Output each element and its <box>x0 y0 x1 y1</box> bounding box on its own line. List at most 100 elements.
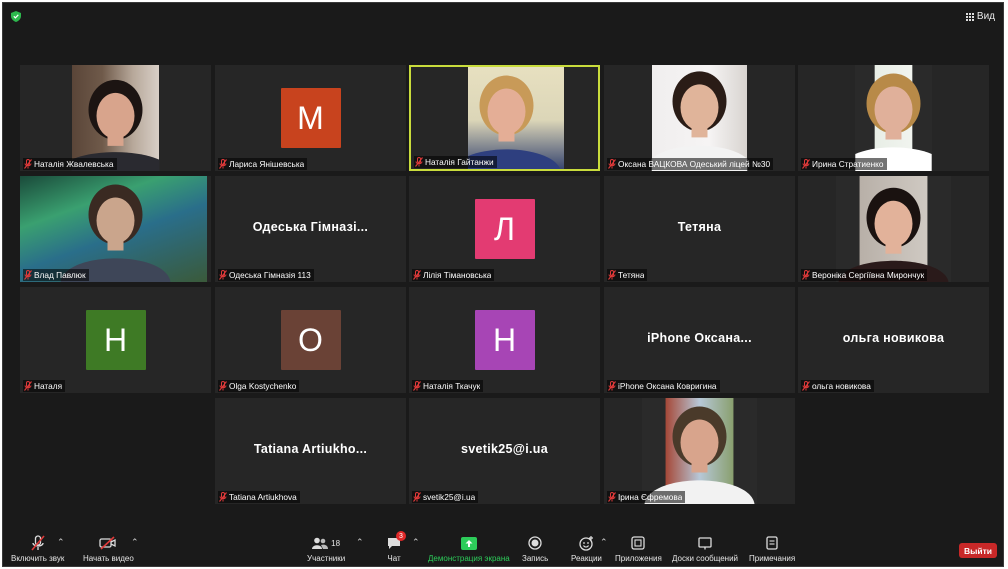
muted-mic-icon <box>219 270 227 280</box>
person-silhouette <box>468 75 560 169</box>
participant-tile[interactable]: Ірина Єфремова <box>604 398 795 504</box>
participant-video <box>798 65 989 171</box>
participant-name-bar: Лілія Тімановська <box>412 269 495 281</box>
participant-name-bar: ольга новикова <box>801 380 874 392</box>
record-button[interactable]: Запись <box>522 534 548 563</box>
participant-name: svetik25@i.ua <box>423 492 476 502</box>
share-screen-button[interactable]: Демонстрация экрана <box>428 534 510 563</box>
person-silhouette <box>838 187 949 282</box>
participant-name: Ирина Стратиенко <box>812 159 884 169</box>
unmute-label: Включить звук <box>11 554 65 563</box>
muted-mic-icon <box>802 381 810 391</box>
participant-tile[interactable]: Оксана ВАЦКОВА Одеський ліцей №30 <box>604 65 795 171</box>
muted-mic-icon <box>219 159 227 169</box>
participant-tile[interactable]: М Лариса Янішевська <box>215 65 406 171</box>
participant-name-bar: Olga Kostychenko <box>218 380 300 392</box>
leave-meeting-button[interactable]: Выйти <box>959 543 997 558</box>
whiteboard-icon <box>698 534 712 552</box>
share-screen-icon <box>460 534 477 552</box>
participant-tile[interactable]: ольга новикова ольга новикова <box>798 287 989 393</box>
reactions-options-caret[interactable]: ⌃ <box>600 537 608 548</box>
video-off-icon <box>99 534 117 552</box>
person-silhouette <box>651 71 748 171</box>
participant-name: Вероніка Сергіївна Мирончук <box>812 270 925 280</box>
participant-name-bar: Ірина Єфремова <box>607 491 686 503</box>
participant-video <box>604 398 795 504</box>
muted-microphone-icon <box>31 534 45 552</box>
participant-name: Наталя <box>34 381 63 391</box>
start-video-button[interactable]: Начать видео <box>83 534 134 563</box>
participant-display-name: iPhone Оксана... <box>647 331 752 345</box>
participant-tile[interactable]: Одеська Гімназі... Одеська Гімназія 113 <box>215 176 406 282</box>
participant-name-bar: Наталія Гайтанжи <box>414 156 497 168</box>
chat-options-caret[interactable]: ⌃ <box>412 537 420 548</box>
participants-options-caret[interactable]: ⌃ <box>356 537 364 548</box>
participant-name: Одеська Гімназія 113 <box>229 270 311 280</box>
start-video-label: Начать видео <box>83 554 134 563</box>
grid-view-icon <box>965 12 974 21</box>
participant-display-name: svetik25@i.ua <box>461 442 548 456</box>
participant-name-bar: Tatiana Artiukhova <box>218 491 300 503</box>
participant-tile[interactable]: svetik25@i.ua svetik25@i.ua <box>409 398 600 504</box>
shield-icon[interactable] <box>11 11 21 22</box>
participant-tile[interactable]: Наталія Гайтанжи <box>409 65 600 171</box>
participant-video <box>798 176 989 282</box>
participant-tile[interactable]: Ирина Стратиенко <box>798 65 989 171</box>
participants-count: 18 <box>331 538 341 548</box>
apps-icon <box>631 534 646 552</box>
video-options-caret[interactable]: ⌃ <box>131 537 139 548</box>
participant-name: Оксана ВАЦКОВА Одеський ліцей №30 <box>618 159 771 169</box>
participant-video <box>20 176 211 282</box>
participants-icon: 18 <box>312 534 340 552</box>
reactions-icon <box>579 534 594 552</box>
participant-tile[interactable]: Влад Павлюк <box>20 176 211 282</box>
participant-tile[interactable]: Наталія Жвалевська <box>20 65 211 171</box>
person-silhouette <box>71 79 160 171</box>
muted-mic-icon <box>413 270 421 280</box>
zoom-meeting-window: Вид Наталія Жвалевська М Лариса Янішевська… <box>2 2 1004 567</box>
muted-mic-icon <box>24 381 32 391</box>
participants-button[interactable]: 18 Участники <box>307 534 345 563</box>
muted-mic-icon <box>413 381 421 391</box>
chat-button[interactable]: 3 Чат <box>387 531 406 563</box>
participant-name-bar: Наталія Жвалевська <box>23 158 117 170</box>
muted-mic-icon <box>24 270 32 280</box>
participant-name-bar: Ирина Стратиенко <box>801 158 887 170</box>
muted-mic-icon <box>219 492 227 502</box>
participant-name-bar: Наталія Ткачук <box>412 380 484 392</box>
reactions-button[interactable]: Реакции <box>571 534 602 563</box>
participant-tile[interactable]: iPhone Оксана... iPhone Оксана Ковригина <box>604 287 795 393</box>
participant-tile[interactable]: Тетяна Тетяна <box>604 176 795 282</box>
muted-mic-icon <box>219 381 227 391</box>
participants-label: Участники <box>307 554 346 563</box>
record-icon <box>528 534 542 552</box>
participant-name: Лариса Янішевська <box>229 159 305 169</box>
participant-name-bar: Оксана ВАЦКОВА Одеський ліцей №30 <box>607 158 774 170</box>
muted-mic-icon <box>415 157 423 167</box>
participant-name: ольга новикова <box>812 381 871 391</box>
participant-name-bar: Лариса Янішевська <box>218 158 308 170</box>
participant-tile[interactable]: О Olga Kostychenko <box>215 287 406 393</box>
participant-tile[interactable]: Л Лілія Тімановська <box>409 176 600 282</box>
person-silhouette <box>855 73 932 171</box>
participant-tile[interactable]: Н Наталія Ткачук <box>409 287 600 393</box>
chat-label: Чат <box>387 554 401 563</box>
participant-name-bar: Вероніка Сергіївна Мирончук <box>801 269 928 281</box>
avatar-initial: Н <box>474 310 535 370</box>
participant-tile[interactable]: Вероніка Сергіївна Мирончук <box>798 176 989 282</box>
notes-button[interactable]: Примечания <box>749 534 795 563</box>
participant-display-name: Tatiana Artiukho... <box>253 442 368 456</box>
whiteboards-button[interactable]: Доски сообщений <box>672 534 738 563</box>
share-screen-label: Демонстрация экрана <box>428 554 510 563</box>
view-button[interactable]: Вид <box>965 11 995 22</box>
participant-tile[interactable]: Tatiana Artiukho... Tatiana Artiukhova <box>215 398 406 504</box>
muted-mic-icon <box>802 159 810 169</box>
participant-name: iPhone Оксана Ковригина <box>618 381 717 391</box>
apps-button[interactable]: Приложения <box>615 534 662 563</box>
audio-options-caret[interactable]: ⌃ <box>57 537 65 548</box>
participant-name: Наталія Жвалевська <box>34 159 114 169</box>
muted-mic-icon <box>413 492 421 502</box>
avatar-initial: М <box>280 88 341 148</box>
participant-tile[interactable]: Н Наталя <box>20 287 211 393</box>
muted-mic-icon <box>608 381 616 391</box>
